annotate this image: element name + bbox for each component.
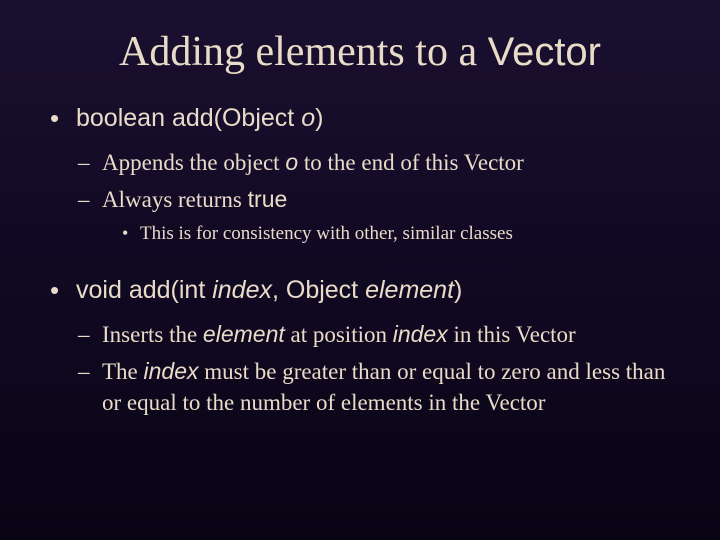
sig1-note-text: This is for consistency with other, simi… [140,223,513,244]
sig1-ret: boolean [76,104,165,132]
sig2-d2-t1: The [102,359,144,384]
sig1-desc-1: Appends the object o to the end of this … [78,147,670,178]
title-prefix: Adding elements to a [119,29,488,75]
sig1-d1-t1: Appends the object [102,150,285,175]
sig2-d1-t1: Inserts the [102,322,203,347]
sig2-desc-2: The index must be greater than or equal … [78,356,670,418]
sig2-d1-t3: in this Vector [448,322,576,347]
sig1-d2-c1: true [248,186,288,212]
sig1-d1-c1: o [285,149,298,175]
sig2-d1-c2: index [393,321,448,347]
sig1-close: ) [315,104,323,132]
sig2-param1: index [212,276,272,304]
sig2-name: add(int [129,276,212,304]
sig2-ret: void [76,276,122,304]
sig2-mid: , Object [272,276,365,304]
sig1-d1-t2: to the end of this Vector [298,150,524,175]
sig2-param2: element [365,276,454,304]
sig2-d1-t2: at position [285,322,393,347]
slide: Adding elements to a Vector boolean add(… [0,0,720,540]
sig1-name: add(Object [172,104,301,132]
slide-title: Adding elements to a Vector [50,28,670,76]
sig1-desc-2: Always returns true [78,184,670,215]
sig1-d2-t1: Always returns [102,187,248,212]
sig1-param: o [301,104,315,132]
method-signature-1: boolean add(Object o) [50,102,670,135]
sig1-note: This is for consistency with other, simi… [122,221,670,247]
sig2-d2-c1: index [144,358,199,384]
sig2-d1-c1: element [203,321,285,347]
sig2-desc-1: Inserts the element at position index in… [78,319,670,350]
sig2-close: ) [454,276,462,304]
title-code: Vector [488,30,601,74]
method-signature-2: void add(int index, Object element) [50,274,670,307]
